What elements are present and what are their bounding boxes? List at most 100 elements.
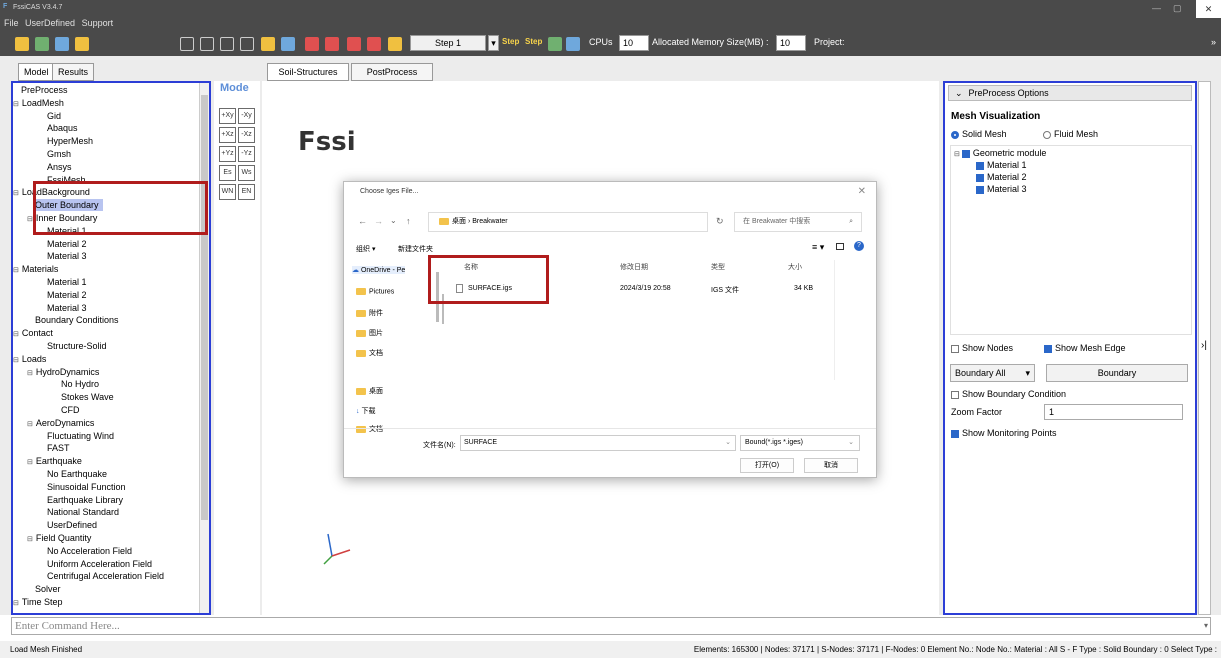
- open-button[interactable]: 打开(O): [740, 458, 794, 473]
- material-node[interactable]: Material 3: [976, 184, 1027, 194]
- boundary-icon[interactable]: [325, 37, 339, 51]
- step-button[interactable]: Step: [525, 37, 542, 46]
- tree-item[interactable]: ⊟ Time Step: [13, 596, 63, 608]
- view-tool-button[interactable]: WN: [219, 184, 236, 200]
- tree-item[interactable]: ⊟ LoadMesh: [13, 97, 64, 109]
- refresh-button[interactable]: ↻: [716, 216, 724, 227]
- view-tool-button[interactable]: +Yz: [219, 146, 236, 162]
- collapse-strip[interactable]: ›|: [1198, 81, 1211, 615]
- view-tool-button[interactable]: +Xy: [219, 108, 236, 124]
- solid-mesh-radio[interactable]: Solid Mesh: [951, 129, 1007, 139]
- tree-toggle-icon[interactable]: ⊟: [13, 267, 19, 274]
- tree-item[interactable]: No Earthquake: [47, 468, 107, 480]
- column-type[interactable]: 类型: [711, 262, 725, 272]
- command-dropdown-icon[interactable]: ▾: [1204, 618, 1208, 634]
- tree-item[interactable]: Solver: [35, 583, 61, 595]
- tree-toggle-icon[interactable]: ⊟: [13, 331, 19, 338]
- tree-item[interactable]: ⊟ Earthquake: [27, 455, 82, 467]
- checkbox-icon[interactable]: [976, 173, 984, 182]
- view-tool-button[interactable]: +Xz: [219, 127, 236, 143]
- tree-item[interactable]: No Hydro: [61, 378, 99, 390]
- search-input[interactable]: 在 Breakwater 中搜索 ⌕: [734, 212, 862, 232]
- step-button[interactable]: Step: [502, 37, 519, 46]
- tree-item[interactable]: HyperMesh: [47, 135, 93, 147]
- step-dropdown-arrow[interactable]: ▾: [488, 35, 499, 51]
- checkbox-icon[interactable]: [976, 185, 984, 194]
- organize-button[interactable]: 组织 ▾: [356, 244, 375, 254]
- contact-icon[interactable]: [347, 37, 361, 51]
- preview-pane-icon[interactable]: [836, 243, 844, 250]
- color-icon[interactable]: [388, 37, 402, 51]
- tree-item[interactable]: Sinusoidal Function: [47, 481, 126, 493]
- view-tool-button[interactable]: -Xz: [238, 127, 255, 143]
- tree-item[interactable]: Ansys: [47, 161, 72, 173]
- tree-item[interactable]: PreProcess: [21, 84, 68, 96]
- tree-item[interactable]: FAST: [47, 442, 70, 454]
- material-node[interactable]: Material 2: [976, 172, 1027, 182]
- run-icon[interactable]: [566, 37, 580, 51]
- tree-item[interactable]: ⊟ Field Quantity: [27, 532, 91, 544]
- tree-toggle-icon[interactable]: ⊟: [27, 216, 33, 223]
- tree-toggle-icon[interactable]: ⊟: [13, 600, 19, 607]
- menu-support[interactable]: Support: [82, 18, 114, 28]
- toolbar-overflow-icon[interactable]: »: [1211, 37, 1216, 47]
- show-mesh-edge-checkbox[interactable]: Show Mesh Edge: [1044, 343, 1126, 353]
- nav-item[interactable]: 附件: [356, 308, 383, 318]
- command-input[interactable]: Enter Command Here... ▾: [11, 617, 1211, 635]
- tree-item[interactable]: Material 1: [47, 276, 87, 288]
- tab-postprocess[interactable]: PostProcess: [351, 63, 433, 81]
- tree-item[interactable]: Earthquake Library: [47, 494, 123, 506]
- chevron-down-icon[interactable]: ⌄: [848, 436, 854, 450]
- tree-item[interactable]: Boundary Conditions: [35, 314, 119, 326]
- tree-item[interactable]: No Acceleration Field: [47, 545, 132, 557]
- show-monitoring-points-checkbox[interactable]: Show Monitoring Points: [951, 428, 1057, 438]
- filename-input[interactable]: SURFACE ⌄: [460, 435, 736, 451]
- chevron-down-icon[interactable]: ⌄: [725, 436, 731, 450]
- nav-item[interactable]: Pictures: [356, 288, 394, 295]
- column-date[interactable]: 修改日期: [620, 262, 648, 272]
- save-file-icon[interactable]: [55, 37, 69, 51]
- zoom-factor-input[interactable]: 1: [1044, 404, 1183, 420]
- step-button[interactable]: [548, 37, 562, 51]
- collapse-right-icon[interactable]: ›|: [1201, 340, 1207, 351]
- show-boundary-condition-checkbox[interactable]: Show Boundary Condition: [951, 389, 1066, 399]
- nav-item[interactable]: ↓ 下载: [356, 406, 375, 416]
- boundary-all-select[interactable]: Boundary All ▾: [950, 364, 1035, 382]
- forward-button[interactable]: →: [374, 216, 383, 226]
- maximize-button[interactable]: ▢: [1173, 3, 1182, 14]
- view-tool-button[interactable]: -Xy: [238, 108, 255, 124]
- tree-toggle-icon[interactable]: ⊟: [27, 459, 33, 466]
- close-window-button[interactable]: ✕: [1196, 0, 1221, 18]
- tree-item[interactable]: National Standard: [47, 506, 119, 518]
- open-file-icon[interactable]: [35, 37, 49, 51]
- new-folder-button[interactable]: 新建文件夹: [398, 244, 433, 254]
- grid-icon[interactable]: [200, 37, 214, 51]
- dialog-close-button[interactable]: ✕: [858, 186, 866, 197]
- tree-item[interactable]: Material 2: [47, 238, 87, 250]
- nav-item[interactable]: ☁ OneDrive - Pe: [352, 266, 406, 274]
- filter-icon[interactable]: [261, 37, 275, 51]
- nav-item[interactable]: 文档: [356, 348, 383, 358]
- tree-item[interactable]: Material 2: [47, 289, 87, 301]
- mode-label[interactable]: Mode: [220, 82, 249, 94]
- grid-icon[interactable]: [180, 37, 194, 51]
- menu-file[interactable]: File: [4, 18, 19, 28]
- menu-userdefined[interactable]: UserDefined: [25, 18, 75, 28]
- tree-item[interactable]: ⊟ HydroDynamics: [27, 366, 99, 378]
- column-size[interactable]: 大小: [788, 262, 802, 272]
- tree-toggle-icon[interactable]: ⊟: [27, 536, 33, 543]
- tree-item[interactable]: Fluctuating Wind: [47, 430, 114, 442]
- tree-item[interactable]: ⊟ Materials: [13, 263, 58, 275]
- nav-item[interactable]: 文档: [356, 424, 383, 434]
- help-icon[interactable]: ?: [854, 241, 864, 251]
- mesh-icon[interactable]: [240, 37, 254, 51]
- cancel-button[interactable]: 取消: [804, 458, 858, 473]
- tree-item[interactable]: ⊟ Loads: [13, 353, 46, 365]
- tree-item[interactable]: Material 3: [47, 250, 87, 262]
- memory-input[interactable]: 10: [776, 35, 806, 51]
- dropdown-nav-icon[interactable]: ⌄: [390, 216, 397, 225]
- tree-item[interactable]: Uniform Acceleration Field: [47, 558, 152, 570]
- view-tool-button[interactable]: EN: [238, 184, 255, 200]
- tree-scrollbar[interactable]: [199, 83, 209, 613]
- tree-item[interactable]: Material 3: [47, 302, 87, 314]
